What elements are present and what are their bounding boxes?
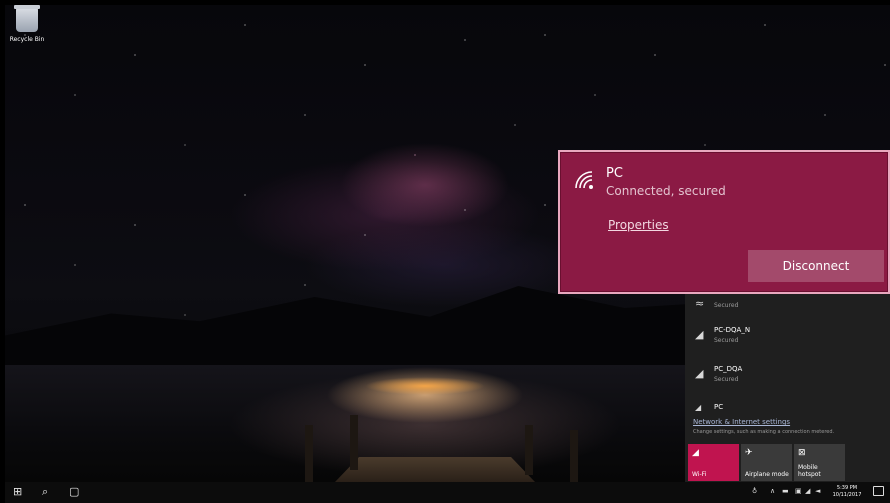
properties-link[interactable]: Properties <box>608 218 669 232</box>
network-status: Secured <box>714 376 739 383</box>
tile-label: Airplane mode <box>745 471 789 478</box>
wooden-pier <box>335 457 535 482</box>
network-status: Secured <box>714 337 739 344</box>
people-icon[interactable]: ♁ <box>752 487 757 495</box>
mobile-hotspot-tile[interactable]: ⊠ Mobile hotspot <box>794 444 845 481</box>
search-icon[interactable]: ⌕ <box>42 485 48 499</box>
connected-network-status: Connected, secured <box>606 184 726 198</box>
battery-icon[interactable]: ▬ <box>782 487 789 495</box>
volume-icon[interactable]: ◄ <box>815 487 820 495</box>
network-name: PC-DQA_N <box>714 326 751 334</box>
wifi-icon: ◢ <box>692 448 699 458</box>
hotspot-icon: ⊠ <box>798 448 806 458</box>
recycle-bin-label: Recycle Bin <box>9 36 45 43</box>
wifi-connected-icon <box>574 170 596 190</box>
recycle-bin-icon <box>14 5 40 32</box>
network-list-item[interactable]: ◢ PC_DQA Secured <box>685 363 890 401</box>
pier-post <box>525 425 533 475</box>
taskbar: ⊞ ⌕ ▢ ♁ ∧ ▬ ▣ ◢ ◄ 5:39 PM 10/11/2017 <box>5 482 890 503</box>
network-status: Secured <box>714 302 739 309</box>
task-view-icon[interactable]: ▢ <box>69 485 79 499</box>
wifi-secured-icon: ≈ <box>695 297 705 310</box>
pier-post <box>305 425 313 482</box>
airplane-icon: ✈ <box>745 448 753 458</box>
sunset-glow <box>365 377 485 395</box>
tile-label: Mobile hotspot <box>798 464 821 478</box>
connected-network-name: PC <box>606 166 623 181</box>
wifi-secured-icon: ◢ <box>695 367 704 380</box>
clock-time: 5:39 PM <box>836 485 858 491</box>
network-name: PC <box>714 403 724 411</box>
network-settings-link[interactable]: Network & Internet settings <box>693 418 790 426</box>
wifi-secured-icon: ◢ <box>695 328 704 341</box>
tile-label: Wi-Fi <box>692 471 707 478</box>
network-name: PC_DQA <box>714 365 743 373</box>
action-center-icon[interactable] <box>873 486 884 496</box>
chevron-up-icon[interactable]: ∧ <box>770 487 775 495</box>
display-icon[interactable]: ▣ <box>795 487 802 495</box>
clock-date: 10/11/2017 <box>832 492 862 498</box>
disconnect-button[interactable]: Disconnect <box>748 250 884 282</box>
network-tray-icon[interactable]: ◢ <box>805 487 810 495</box>
airplane-mode-tile[interactable]: ✈ Airplane mode <box>741 444 792 481</box>
windows-start-icon[interactable]: ⊞ <box>13 485 22 499</box>
wifi-icon: ◢ <box>695 403 702 412</box>
pier-post <box>570 430 578 482</box>
system-clock[interactable]: 5:39 PM 10/11/2017 <box>827 485 867 499</box>
network-settings-description: Change settings, such as making a connec… <box>693 429 835 435</box>
pier-post <box>350 415 358 470</box>
recycle-bin[interactable]: Recycle Bin <box>6 5 48 43</box>
wifi-toggle-tile[interactable]: ◢ Wi-Fi <box>688 444 739 481</box>
network-list-item[interactable]: ◢ PC-DQA_N Secured <box>685 324 890 362</box>
connected-network-card[interactable]: PC Connected, secured Properties Disconn… <box>558 150 890 294</box>
